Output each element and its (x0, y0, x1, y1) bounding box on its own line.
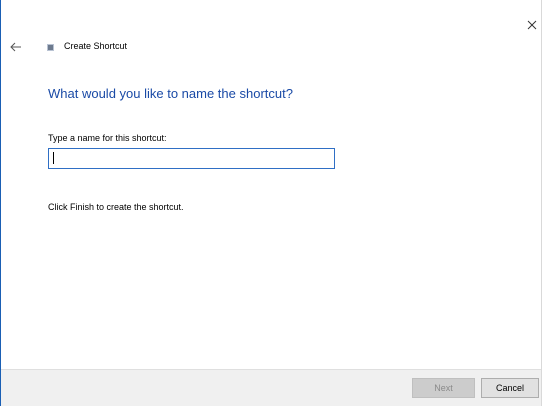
finish-hint-text: Click Finish to create the shortcut. (48, 202, 184, 212)
shortcut-name-label: Type a name for this shortcut: (48, 133, 167, 143)
shortcut-name-input[interactable] (48, 148, 335, 169)
back-button[interactable] (9, 40, 23, 54)
create-shortcut-window: Create Shortcut What would you like to n… (0, 0, 542, 406)
next-button[interactable]: Next (412, 378, 475, 398)
close-button[interactable] (523, 16, 541, 34)
close-icon (527, 20, 537, 30)
wizard-footer: Next Cancel (1, 369, 541, 406)
wizard-header: Create Shortcut (1, 38, 301, 56)
cancel-button[interactable]: Cancel (481, 378, 539, 398)
shortcut-app-icon (47, 44, 54, 51)
window-title: Create Shortcut (64, 41, 128, 51)
back-arrow-icon (10, 42, 21, 52)
page-heading: What would you like to name the shortcut… (48, 86, 293, 101)
text-caret (53, 152, 54, 164)
